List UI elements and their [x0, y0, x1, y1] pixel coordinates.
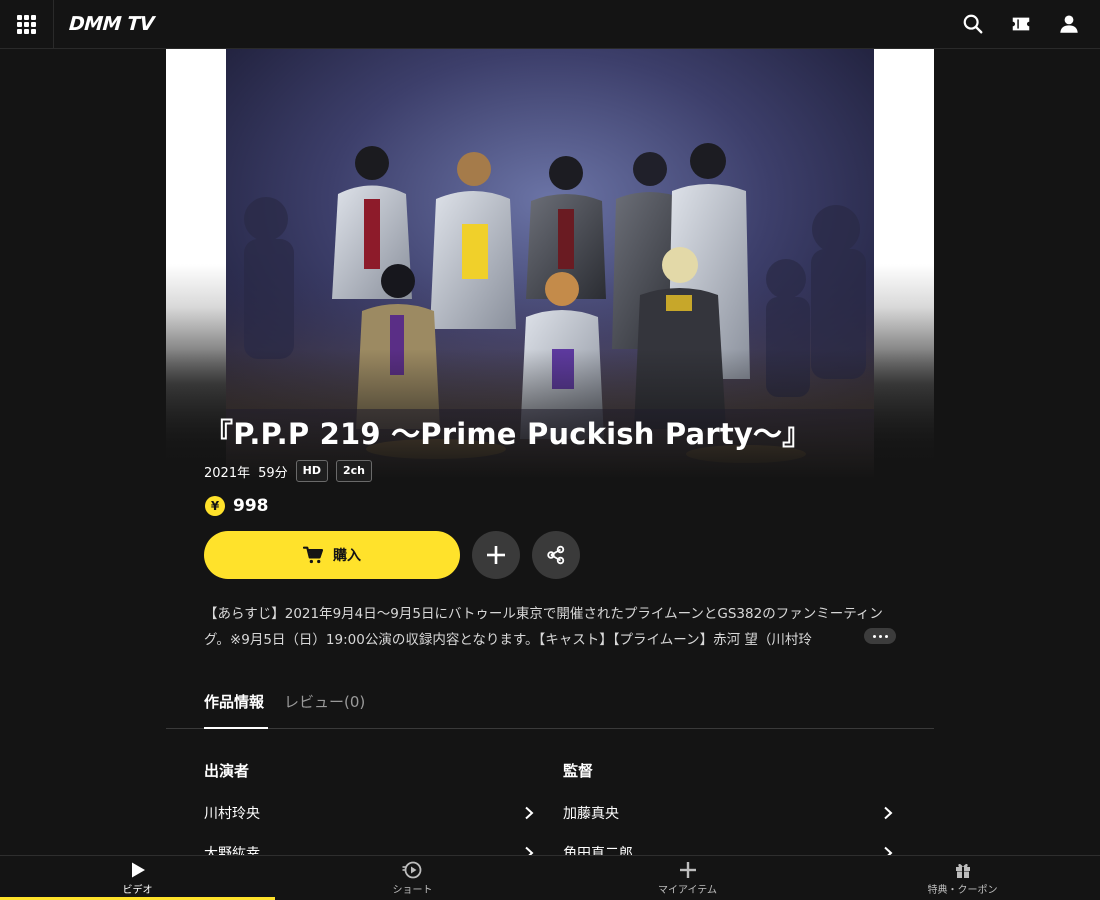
share-icon	[547, 545, 565, 565]
buy-button[interactable]: 購入	[204, 531, 460, 579]
share-button[interactable]	[532, 531, 580, 579]
chevron-right-icon	[884, 806, 893, 820]
director-heading: 監督	[563, 762, 594, 780]
duration: 59分	[258, 465, 288, 481]
menu-grid-icon	[17, 14, 36, 34]
account-button[interactable]	[1048, 3, 1090, 45]
cast-name: 川村玲央	[204, 806, 260, 822]
work-title: 『P.P.P 219 ～Prime Puckish Party～』	[204, 417, 812, 451]
nav-perks-coupons[interactable]: 特典・クーポン	[825, 856, 1100, 900]
add-to-list-button[interactable]	[472, 531, 520, 579]
synopsis-text: 【あらすじ】2021年9月4日～9月5日にバトゥール東京で開催されたプライムーン…	[204, 606, 883, 648]
plus-icon	[679, 862, 696, 878]
tab-work-info[interactable]: 作品情報	[204, 691, 268, 729]
synopsis-more-button[interactable]	[864, 628, 896, 644]
director-row[interactable]: 加藤真央	[563, 793, 893, 833]
user-icon	[1060, 15, 1078, 33]
bottom-navigation: ビデオ ショート マイアイテム 特典・クーポン	[0, 855, 1100, 900]
ticket-button[interactable]	[1000, 3, 1042, 45]
plus-icon	[487, 546, 505, 564]
more-dots-icon	[872, 634, 876, 638]
nav-label: 特典・クーポン	[927, 885, 998, 896]
tab-reviews[interactable]: レビュー(0)	[284, 691, 365, 729]
work-meta: 2021年 59分 HD 2ch	[204, 460, 372, 482]
chevron-right-icon	[525, 806, 534, 820]
price: ¥ 998	[205, 495, 269, 517]
header-actions	[952, 0, 1090, 48]
ticket-icon	[1012, 17, 1030, 31]
play-icon	[131, 862, 145, 878]
short-video-icon	[402, 861, 421, 879]
menu-button[interactable]	[0, 0, 54, 48]
nav-short[interactable]: ショート	[275, 856, 550, 900]
buy-button-label: 購入	[333, 548, 361, 564]
nav-label: ビデオ	[122, 885, 153, 896]
dmm-tv-logo[interactable]: DMM TV	[68, 12, 155, 36]
main-content: 『P.P.P 219 ～Prime Puckish Party～』 2021年 …	[166, 49, 934, 862]
release-year: 2021年	[204, 465, 251, 481]
nav-my-items[interactable]: マイアイテム	[550, 856, 825, 900]
search-icon	[963, 14, 983, 34]
nav-video[interactable]: ビデオ	[0, 856, 275, 900]
director-name: 加藤真央	[563, 806, 619, 822]
gift-icon	[955, 863, 970, 878]
page: DMM TV 『P.P.P 219 ～Prime Puckish Party～』…	[0, 0, 1100, 900]
nav-label: マイアイテム	[658, 885, 717, 896]
cast-row[interactable]: 川村玲央	[204, 793, 534, 833]
nav-label: ショート	[392, 885, 433, 896]
yen-coin-icon: ¥	[205, 496, 225, 516]
hd-badge: HD	[295, 460, 328, 482]
search-button[interactable]	[952, 3, 994, 45]
top-header: DMM TV	[0, 0, 1100, 49]
cast-heading: 出演者	[204, 762, 250, 780]
audio-channel-badge: 2ch	[335, 460, 372, 482]
cart-icon	[303, 546, 323, 564]
detail-tabs: 作品情報 レビュー(0)	[166, 677, 934, 729]
action-buttons: 購入	[204, 531, 580, 579]
price-amount: 998	[233, 496, 269, 516]
